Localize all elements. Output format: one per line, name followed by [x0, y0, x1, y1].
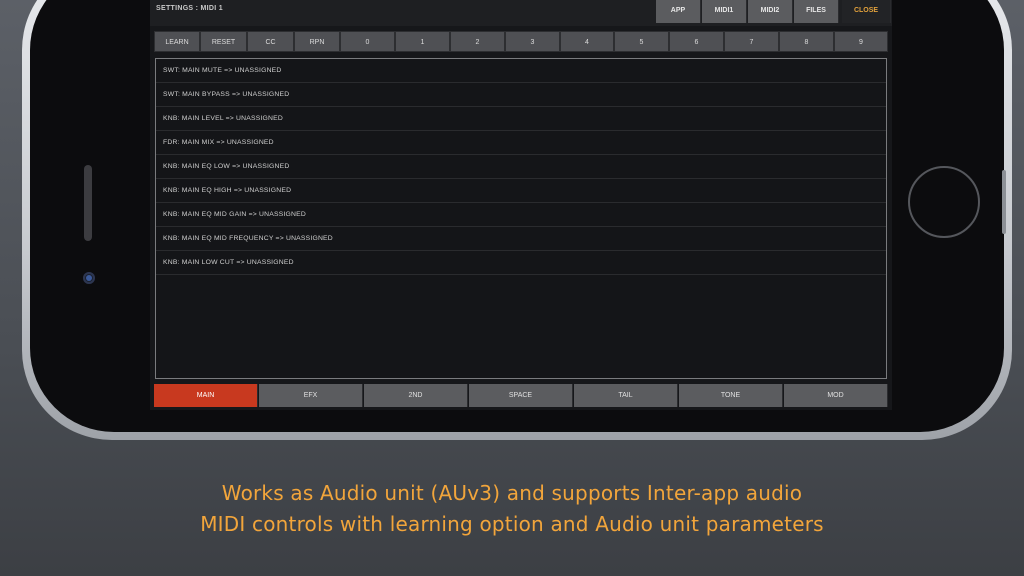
- assignment-list[interactable]: SWT: MAIN MUTE => UNASSIGNED SWT: MAIN B…: [155, 58, 887, 379]
- channel-5-button[interactable]: 5: [614, 31, 669, 52]
- channel-8-button[interactable]: 8: [779, 31, 834, 52]
- close-button[interactable]: CLOSE: [842, 0, 891, 23]
- reset-button[interactable]: RESET: [200, 31, 247, 52]
- tab-app[interactable]: APP: [656, 0, 701, 23]
- list-item[interactable]: SWT: MAIN BYPASS => UNASSIGNED: [156, 83, 886, 107]
- rpn-button[interactable]: RPN: [294, 31, 340, 52]
- top-bar: SETTINGS : MIDI 1 APP MIDI1 MIDI2 FILES …: [150, 0, 892, 26]
- cc-button[interactable]: CC: [247, 31, 294, 52]
- list-item[interactable]: KNB: MAIN LOW CUT => UNASSIGNED: [156, 251, 886, 275]
- channel-7-button[interactable]: 7: [724, 31, 779, 52]
- channel-6-button[interactable]: 6: [669, 31, 724, 52]
- speaker-slot: [84, 165, 92, 241]
- channel-9-button[interactable]: 9: [834, 31, 888, 52]
- list-item[interactable]: KNB: MAIN EQ MID FREQUENCY => UNASSIGNED: [156, 227, 886, 251]
- channel-1-button[interactable]: 1: [395, 31, 450, 52]
- app-screen: SETTINGS : MIDI 1 APP MIDI1 MIDI2 FILES …: [150, 0, 892, 410]
- caption-line-2: MIDI controls with learning option and A…: [200, 512, 824, 536]
- front-camera-icon: [83, 272, 95, 284]
- channel-4-button[interactable]: 4: [560, 31, 614, 52]
- channel-2-button[interactable]: 2: [450, 31, 505, 52]
- list-item[interactable]: KNB: MAIN EQ MID GAIN => UNASSIGNED: [156, 203, 886, 227]
- tab-midi2[interactable]: MIDI2: [748, 0, 793, 23]
- caption-line-1: Works as Audio unit (AUv3) and supports …: [221, 481, 803, 505]
- tab-main[interactable]: MAIN: [154, 384, 258, 407]
- tab-mod[interactable]: MOD: [784, 384, 888, 407]
- tab-midi1[interactable]: MIDI1: [702, 0, 747, 23]
- learn-button[interactable]: LEARN: [154, 31, 200, 52]
- list-item[interactable]: KNB: MAIN LEVEL => UNASSIGNED: [156, 107, 886, 131]
- tab-efx[interactable]: EFX: [259, 384, 363, 407]
- tab-tone[interactable]: TONE: [679, 384, 783, 407]
- tab-tail[interactable]: TAIL: [574, 384, 678, 407]
- tab-files[interactable]: FILES: [794, 0, 839, 23]
- side-button[interactable]: [1002, 170, 1006, 234]
- list-item[interactable]: KNB: MAIN EQ LOW => UNASSIGNED: [156, 155, 886, 179]
- tab-space[interactable]: SPACE: [469, 384, 573, 407]
- tab-2nd[interactable]: 2ND: [364, 384, 468, 407]
- channel-3-button[interactable]: 3: [505, 31, 560, 52]
- list-item[interactable]: SWT: MAIN MUTE => UNASSIGNED: [156, 59, 886, 83]
- channel-0-button[interactable]: 0: [340, 31, 395, 52]
- list-item[interactable]: KNB: MAIN EQ HIGH => UNASSIGNED: [156, 179, 886, 203]
- page-title: SETTINGS : MIDI 1: [156, 5, 223, 12]
- home-button[interactable]: [908, 166, 980, 238]
- list-item[interactable]: FDR: MAIN MIX => UNASSIGNED: [156, 131, 886, 155]
